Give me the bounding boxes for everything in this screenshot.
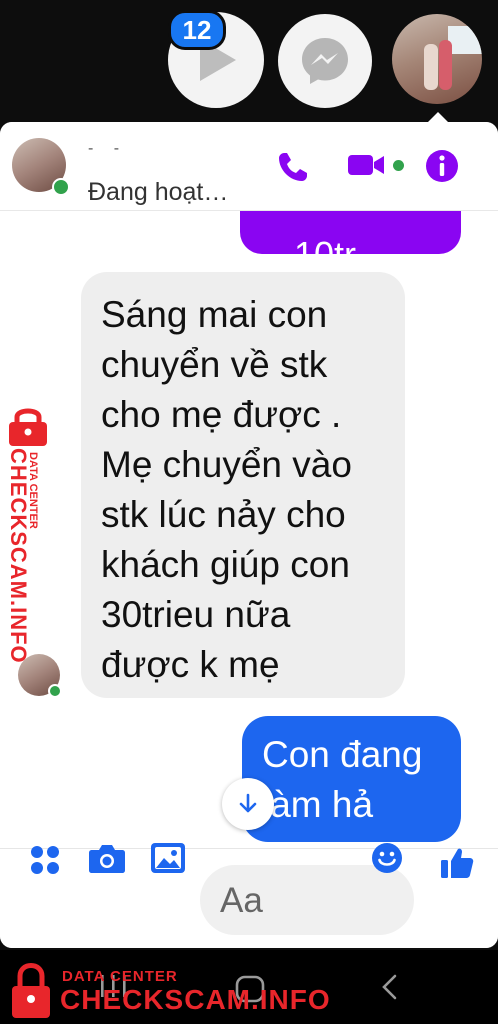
arrow-down-icon bbox=[239, 793, 257, 813]
side-watermark: DATA CENTER CHECKSCAM.INFO bbox=[3, 408, 57, 664]
incoming-message[interactable]: Sáng mai con chuyển về stk cho mẹ được .… bbox=[81, 272, 405, 698]
chat-heads-bar: 12 bbox=[0, 0, 498, 123]
message-list[interactable]: 10tr Sáng mai con chuyển về stk cho mẹ đ… bbox=[0, 122, 498, 848]
thumbs-up-icon[interactable] bbox=[439, 845, 475, 881]
outgoing-message[interactable]: Con đang làm hả bbox=[242, 716, 461, 842]
camera-icon[interactable] bbox=[88, 841, 126, 875]
online-indicator bbox=[48, 684, 62, 698]
messenger-icon bbox=[302, 38, 348, 84]
gallery-icon[interactable] bbox=[150, 841, 186, 875]
online-indicator bbox=[52, 178, 70, 196]
message-composer: Aa bbox=[0, 843, 498, 948]
back-icon[interactable] bbox=[378, 972, 402, 1002]
more-actions-icon[interactable] bbox=[28, 843, 62, 877]
lock-icon bbox=[12, 963, 50, 1018]
video-active-dot bbox=[393, 160, 404, 171]
unread-badge: 12 bbox=[168, 10, 226, 50]
active-status: Đang hoạt… bbox=[88, 178, 229, 206]
conversation-header: - - Đang hoạt… bbox=[0, 122, 498, 211]
contact-name[interactable]: - - bbox=[88, 140, 127, 158]
info-icon[interactable] bbox=[424, 148, 460, 184]
chat-panel: 10tr Sáng mai con chuyển về stk cho mẹ đ… bbox=[0, 122, 498, 948]
chat-head-messenger[interactable] bbox=[278, 14, 372, 108]
bottom-watermark: DATA CENTER CHECKSCAM.INFO bbox=[0, 958, 330, 1024]
scroll-to-bottom-button[interactable] bbox=[222, 778, 274, 830]
phone-icon[interactable] bbox=[276, 150, 310, 184]
contact-avatar[interactable] bbox=[12, 138, 70, 196]
emoji-icon[interactable] bbox=[370, 841, 404, 875]
chat-head-contact-avatar[interactable] bbox=[392, 14, 482, 104]
video-call-icon[interactable] bbox=[346, 150, 386, 180]
lock-icon bbox=[9, 408, 47, 446]
message-input[interactable]: Aa bbox=[200, 865, 414, 935]
